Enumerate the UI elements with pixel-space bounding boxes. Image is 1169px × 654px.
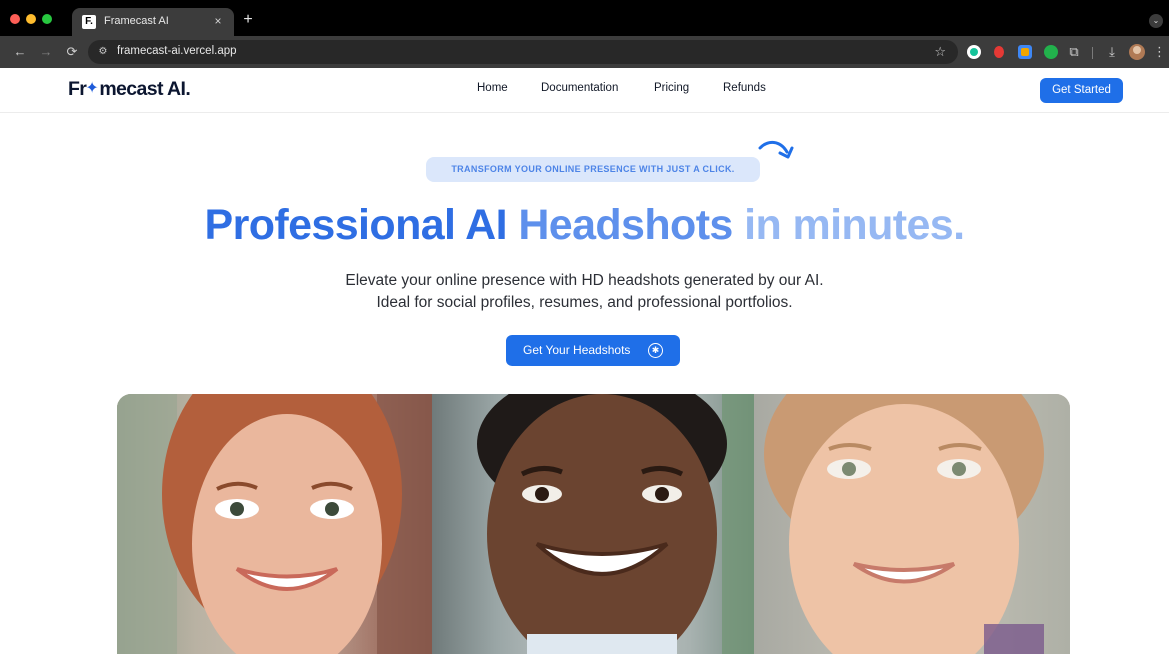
download-icon[interactable]: ⤓ [1104, 44, 1120, 60]
hero-subtitle-line-1: Elevate your online presence with HD hea… [345, 272, 824, 289]
tab-title: Framecast AI [104, 15, 169, 27]
nav-home-link[interactable]: Home [477, 82, 508, 94]
site-header: Frmecast AI. Home Documentation Pricing … [0, 68, 1169, 113]
new-tab-button[interactable]: + [240, 12, 256, 28]
browser-toolbar: ← → ⟳ ⚙ framecast-ai.vercel.app ☆ ⧉ ⤓ ⋮ [0, 36, 1169, 68]
close-window-button[interactable] [10, 14, 20, 24]
close-tab-icon[interactable]: × [210, 13, 226, 29]
blue-extension-icon[interactable] [1018, 45, 1032, 59]
headshot-photo-woman-redhead [117, 394, 432, 654]
get-started-button[interactable]: Get Started [1040, 78, 1123, 103]
hero-title: Professional AI Headshots in minutes. [0, 196, 1169, 254]
curved-arrow-icon [758, 141, 794, 159]
headshot-photo-young-woman [754, 394, 1070, 654]
headshot-gallery [117, 394, 1070, 654]
kebab-menu-icon[interactable]: ⋮ [1153, 44, 1166, 60]
tab-strip: F. Framecast AI × + ⌄ [0, 0, 1169, 36]
grammarly-extension-icon[interactable] [967, 45, 981, 59]
green-extension-icon[interactable] [1044, 45, 1058, 59]
browser-chrome: F. Framecast AI × + ⌄ ← → ⟳ ⚙ framecast-… [0, 0, 1169, 68]
red-extension-icon[interactable] [994, 46, 1004, 58]
minimize-window-button[interactable] [26, 14, 36, 24]
tune-icon[interactable]: ⚙ [96, 45, 110, 59]
main-nav: Home Documentation Pricing Refunds [0, 82, 1169, 100]
forward-arrow-icon[interactable]: → [38, 44, 54, 60]
address-bar[interactable]: ⚙ framecast-ai.vercel.app ☆ [88, 40, 958, 64]
nav-documentation-link[interactable]: Documentation [541, 82, 618, 94]
reload-icon[interactable]: ⟳ [64, 44, 80, 60]
profile-avatar[interactable] [1129, 44, 1145, 60]
hero-title-part-1: Professional AI [204, 201, 519, 249]
hero-title-part-2: Headshots [518, 201, 745, 249]
sparkle-circle-icon: ✱ [648, 343, 663, 358]
browser-tab-active[interactable]: F. Framecast AI × [72, 8, 234, 36]
hero-subtitle-line-2: Ideal for social profiles, resumes, and … [376, 294, 793, 311]
hero-title-part-3: in minutes. [744, 201, 965, 249]
hero-badge: TRANSFORM YOUR ONLINE PRESENCE WITH JUST… [426, 157, 760, 182]
framecast-favicon-icon: F. [82, 15, 96, 29]
extensions-puzzle-icon[interactable]: ⧉ [1066, 44, 1082, 60]
nav-refunds-link[interactable]: Refunds [723, 82, 766, 94]
maximize-window-button[interactable] [42, 14, 52, 24]
back-arrow-icon[interactable]: ← [12, 44, 28, 60]
tab-search-chevron-icon[interactable]: ⌄ [1149, 14, 1163, 28]
nav-pricing-link[interactable]: Pricing [654, 82, 689, 94]
get-your-headshots-button[interactable]: Get Your Headshots ✱ [506, 335, 680, 366]
headshot-photo-man-smiling [432, 394, 754, 654]
bookmark-star-icon[interactable]: ☆ [934, 44, 946, 60]
url-text[interactable]: framecast-ai.vercel.app [117, 45, 237, 57]
toolbar-divider [1092, 47, 1093, 59]
cta-label: Get Your Headshots [523, 343, 631, 357]
